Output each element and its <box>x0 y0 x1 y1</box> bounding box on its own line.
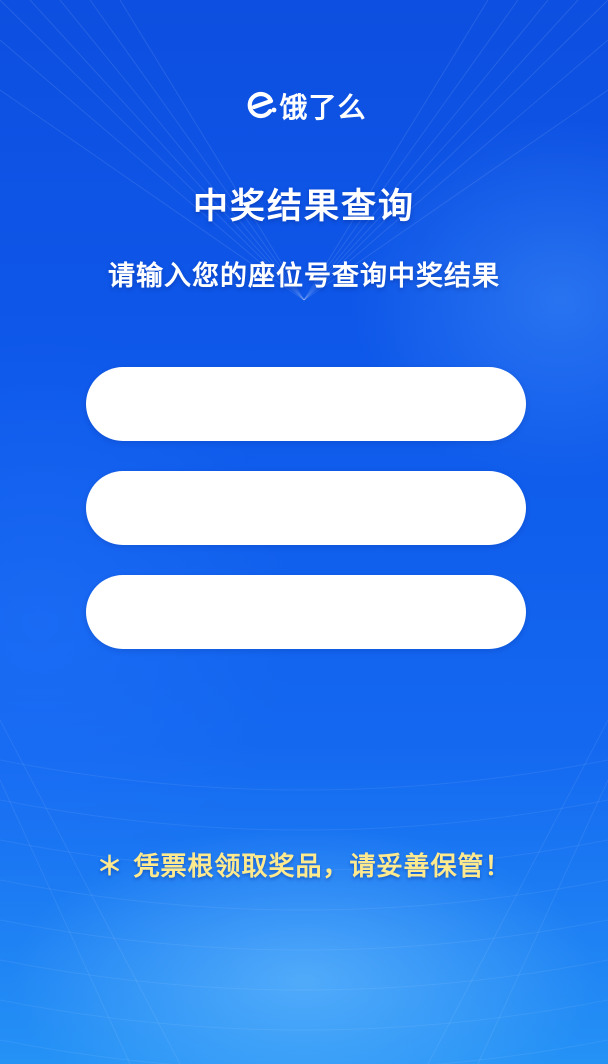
query-input-2[interactable] <box>86 471 526 545</box>
brand-name: 饿了么 <box>279 91 367 124</box>
lottery-query-page: 饿了么 中奖结果查询 请输入您的座位号查询中奖结果 ＊ 凭票根领取奖品，请妥善保… <box>0 0 608 1064</box>
ticket-stub-notice: ＊ 凭票根领取奖品，请妥善保管！ <box>96 852 512 882</box>
page-subtitle: 请输入您的座位号查询中奖结果 <box>108 261 500 292</box>
brand-logo: 饿了么 <box>0 86 608 126</box>
query-input-3[interactable] <box>86 575 526 649</box>
page-title: 中奖结果查询 <box>192 186 415 227</box>
query-input-1[interactable] <box>86 367 526 441</box>
eleme-e-icon <box>248 91 277 119</box>
